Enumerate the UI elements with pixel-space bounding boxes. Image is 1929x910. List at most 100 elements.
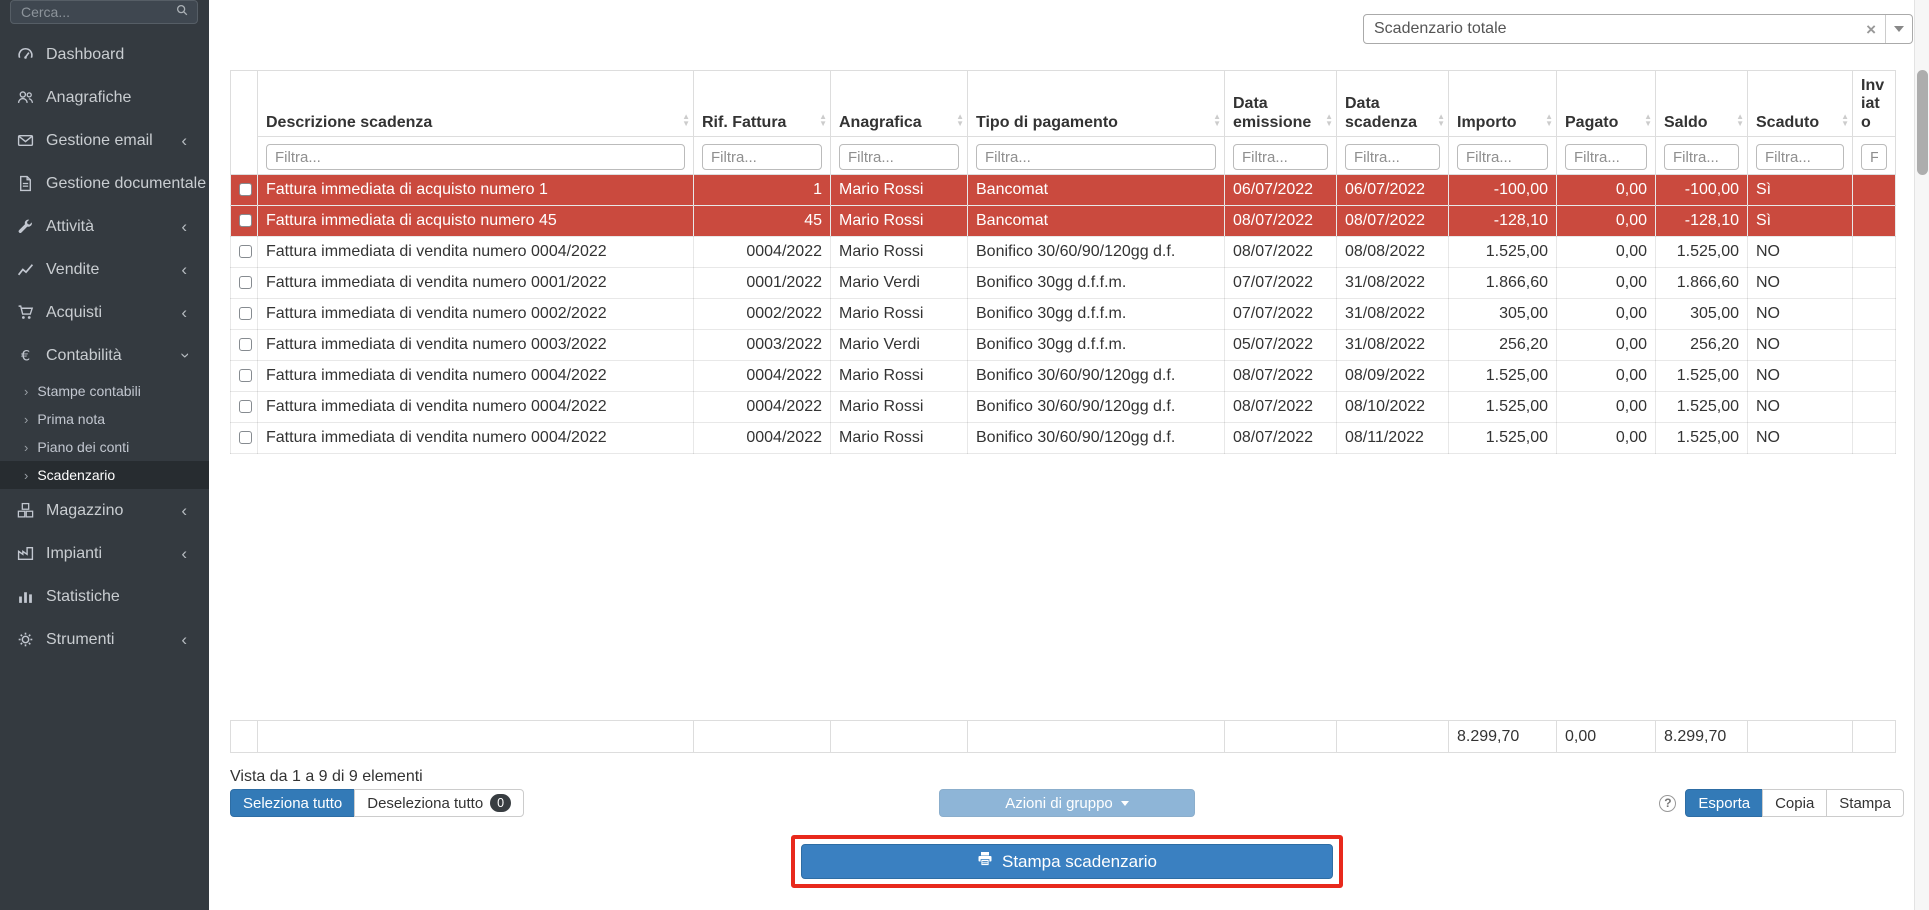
row-checkbox[interactable] [239, 369, 252, 382]
sort-icon[interactable]: ▲▼ [1736, 113, 1744, 127]
total-saldo: 8.299,70 [1656, 721, 1748, 753]
sidebar-item-statistiche[interactable]: Statistiche [0, 575, 209, 618]
filter-input-inviato[interactable] [1861, 144, 1887, 170]
filter-input-saldo[interactable] [1664, 144, 1739, 170]
column-header-importo[interactable]: Importo▲▼ [1449, 71, 1557, 137]
row-checkbox[interactable] [239, 431, 252, 444]
cell-inviato [1853, 423, 1896, 454]
filter-input-data-emissione[interactable] [1233, 144, 1328, 170]
cell-anagrafica: Mario Rossi [831, 299, 968, 330]
search-input[interactable] [19, 3, 175, 21]
users-icon [14, 89, 36, 106]
sidebar-item-gestione-documentale[interactable]: Gestione documentale [0, 162, 209, 205]
help-icon[interactable]: ? [1659, 795, 1676, 812]
column-header-anagrafica[interactable]: Anagrafica▲▼ [831, 71, 968, 137]
table-row[interactable]: Fattura immediata di vendita numero 0004… [231, 392, 1896, 423]
sidebar-item-label: Attività [46, 218, 94, 236]
sidebar-item-stampe-contabili[interactable]: › Stampe contabili [0, 377, 209, 405]
group-actions-button[interactable]: Azioni di gruppo [939, 789, 1195, 817]
filter-input-anagrafica[interactable] [839, 144, 959, 170]
select-all-button[interactable]: Seleziona tutto [230, 789, 355, 817]
chevron-left-icon: ‹ [181, 304, 187, 321]
print-schedule-button[interactable]: Stampa scadenzario [801, 844, 1333, 879]
sidebar-item-contabilita[interactable]: € Contabilità › [0, 334, 209, 377]
sort-icon[interactable]: ▲▼ [1644, 113, 1652, 127]
sidebar-item-dashboard[interactable]: Dashboard [0, 33, 209, 76]
wrench-icon [14, 218, 36, 235]
cell-tipo-pagamento: Bonifico 30gg d.f.f.m. [968, 330, 1225, 361]
vertical-scrollbar[interactable] [1914, 0, 1929, 910]
chevron-left-icon: ‹ [181, 631, 187, 648]
sidebar-item-impianti[interactable]: Impianti ‹ [0, 532, 209, 575]
filter-input-importo[interactable] [1457, 144, 1548, 170]
sort-icon[interactable]: ▲▼ [956, 113, 964, 127]
row-checkbox[interactable] [239, 183, 252, 196]
table-row[interactable]: Fattura immediata di vendita numero 0004… [231, 361, 1896, 392]
table-row[interactable]: Fattura immediata di vendita numero 0004… [231, 237, 1896, 268]
table-row[interactable]: Fattura immediata di vendita numero 0003… [231, 330, 1896, 361]
sort-icon[interactable]: ▲▼ [1213, 113, 1221, 127]
cell-saldo: 305,00 [1656, 299, 1748, 330]
sort-icon[interactable]: ▲▼ [1437, 113, 1445, 127]
cell-tipo-pagamento: Bonifico 30/60/90/120gg d.f. [968, 392, 1225, 423]
table-row[interactable]: Fattura immediata di acquisto numero 45 … [231, 206, 1896, 237]
row-checkbox[interactable] [239, 307, 252, 320]
column-header-descrizione[interactable]: Descrizione scadenza▲▼ [258, 71, 694, 137]
column-header-rif-fattura[interactable]: Rif. Fattura▲▼ [694, 71, 831, 137]
sort-icon[interactable]: ▲▼ [1545, 113, 1553, 127]
column-header-saldo[interactable]: Saldo▲▼ [1656, 71, 1748, 137]
table-row[interactable]: Fattura immediata di vendita numero 0002… [231, 299, 1896, 330]
filter-input-pagato[interactable] [1565, 144, 1647, 170]
filter-input-descrizione[interactable] [266, 144, 685, 170]
sidebar-item-strumenti[interactable]: Strumenti ‹ [0, 618, 209, 661]
print-button[interactable]: Stampa [1826, 789, 1904, 817]
sidebar-item-piano-dei-conti[interactable]: › Piano dei conti [0, 433, 209, 461]
cell-pagato: 0,00 [1557, 361, 1656, 392]
row-checkbox[interactable] [239, 338, 252, 351]
schedule-scope-select[interactable]: Scadenzario totale × [1363, 14, 1913, 44]
sort-icon[interactable]: ▲▼ [1325, 113, 1333, 127]
chevron-left-icon: ‹ [181, 261, 187, 278]
sort-icon[interactable]: ▲▼ [819, 113, 827, 127]
table-row[interactable]: Fattura immediata di acquisto numero 1 1… [231, 175, 1896, 206]
cell-anagrafica: Mario Rossi [831, 206, 968, 237]
chevron-left-icon: ‹ [181, 502, 187, 519]
row-checkbox[interactable] [239, 214, 252, 227]
sidebar-item-vendite[interactable]: Vendite ‹ [0, 248, 209, 291]
cell-importo: -128,10 [1449, 206, 1557, 237]
filter-input-scaduto[interactable] [1756, 144, 1844, 170]
sidebar-item-prima-nota[interactable]: › Prima nota [0, 405, 209, 433]
sidebar-item-gestione-email[interactable]: Gestione email ‹ [0, 119, 209, 162]
sort-icon[interactable]: ▲▼ [1841, 113, 1849, 127]
select-arrow[interactable] [1885, 15, 1912, 43]
sidebar-item-scadenzario[interactable]: › Scadenzario [0, 461, 209, 489]
sidebar-item-label: Anagrafiche [46, 89, 131, 107]
clear-selection-icon[interactable]: × [1857, 21, 1885, 38]
sidebar-item-magazzino[interactable]: Magazzino ‹ [0, 489, 209, 532]
row-checkbox[interactable] [239, 245, 252, 258]
deselect-all-button[interactable]: Deseleziona tutto 0 [354, 789, 524, 817]
column-header-inviato[interactable]: Inviato [1853, 71, 1896, 137]
filter-input-tipo-pagamento[interactable] [976, 144, 1216, 170]
cell-data-scadenza: 08/10/2022 [1337, 392, 1449, 423]
table-row[interactable]: Fattura immediata di vendita numero 0004… [231, 423, 1896, 454]
filter-input-rif-fattura[interactable] [702, 144, 822, 170]
row-checkbox[interactable] [239, 400, 252, 413]
column-header-scaduto[interactable]: Scaduto▲▼ [1748, 71, 1853, 137]
copy-button[interactable]: Copia [1762, 789, 1827, 817]
search-icon[interactable] [175, 3, 189, 22]
sidebar-item-attivita[interactable]: Attività ‹ [0, 205, 209, 248]
row-checkbox[interactable] [239, 276, 252, 289]
sidebar-item-anagrafiche[interactable]: Anagrafiche [0, 76, 209, 119]
column-header-data-scadenza[interactable]: Data scadenza▲▼ [1337, 71, 1449, 137]
column-header-data-emissione[interactable]: Data emissione▲▼ [1225, 71, 1337, 137]
column-header-pagato[interactable]: Pagato▲▼ [1557, 71, 1656, 137]
filter-input-data-scadenza[interactable] [1345, 144, 1440, 170]
column-header-tipo-pagamento[interactable]: Tipo di pagamento▲▼ [968, 71, 1225, 137]
sidebar-item-acquisti[interactable]: Acquisti ‹ [0, 291, 209, 334]
export-button[interactable]: Esporta [1685, 789, 1763, 817]
cell-rif-fattura: 0004/2022 [694, 423, 831, 454]
sort-icon[interactable]: ▲▼ [682, 113, 690, 127]
scrollbar-thumb[interactable] [1917, 70, 1928, 175]
table-row[interactable]: Fattura immediata di vendita numero 0001… [231, 268, 1896, 299]
